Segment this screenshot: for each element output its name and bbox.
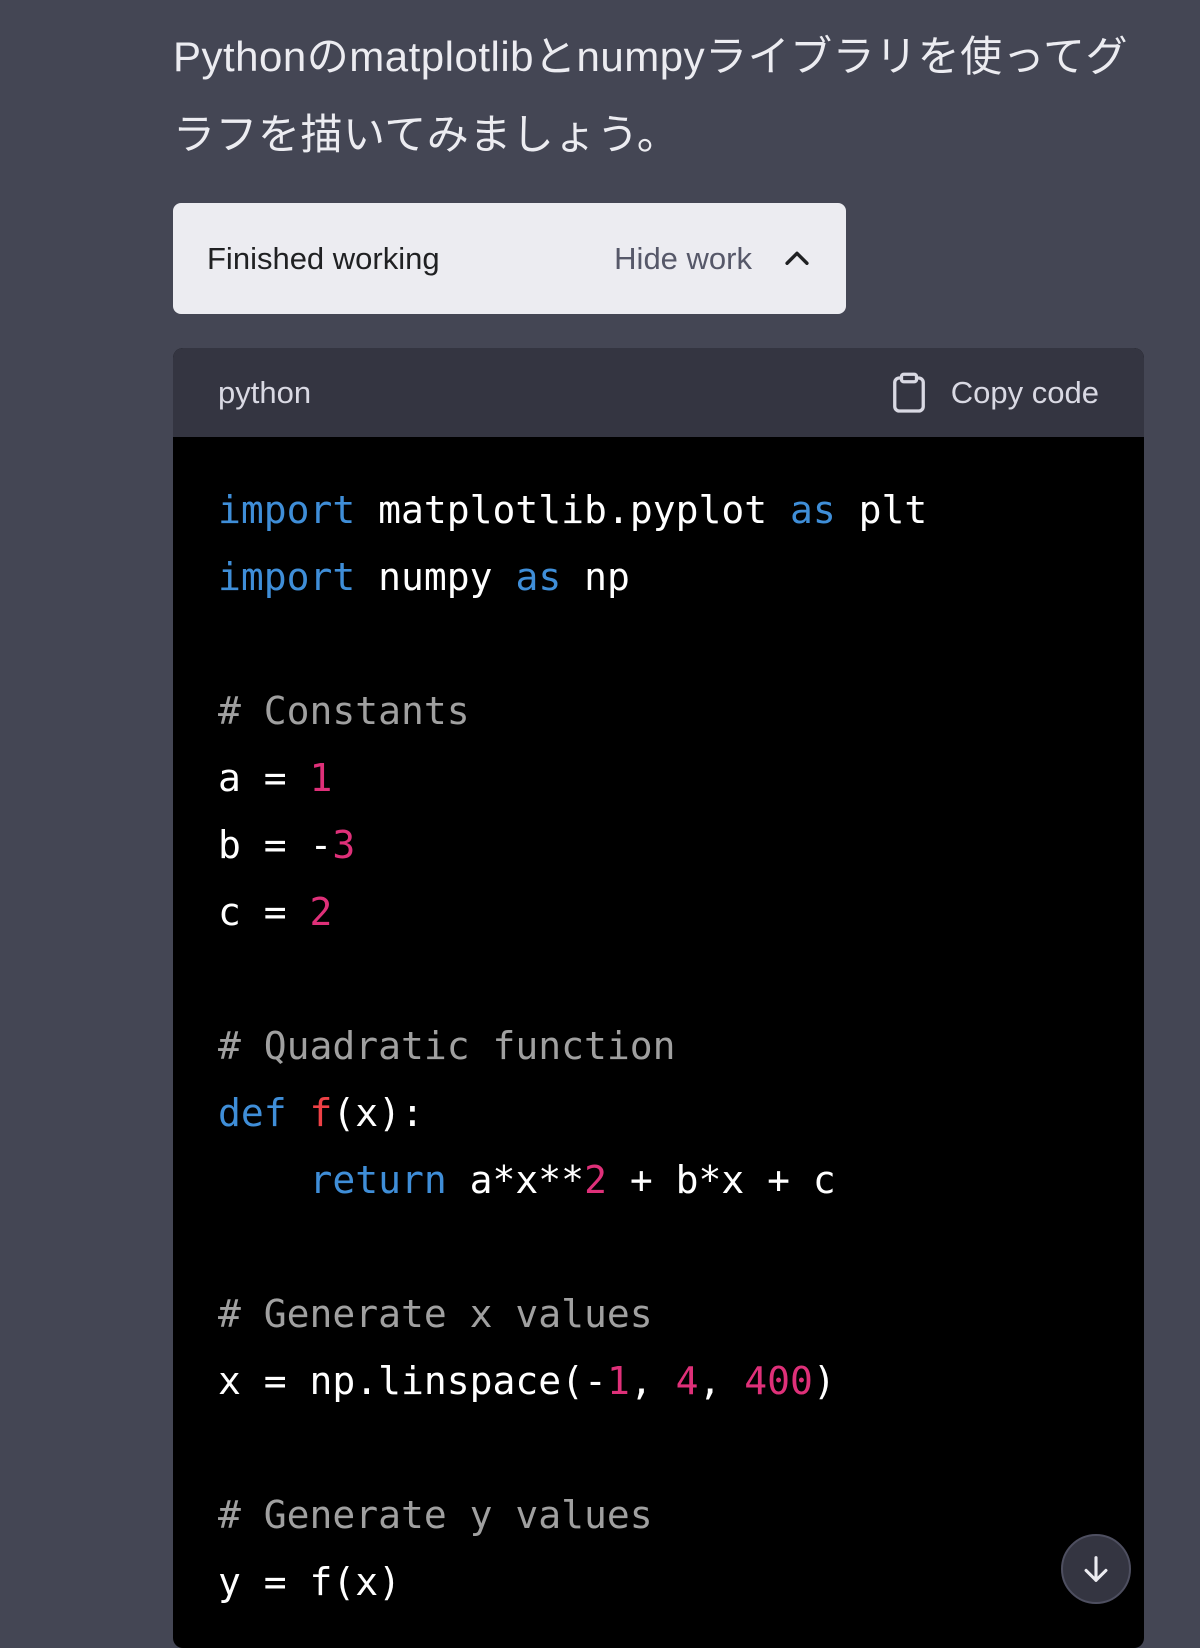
hide-work-toggle[interactable]: Hide work <box>614 241 814 277</box>
code-line: a = 1 <box>218 745 1099 812</box>
code-line: # Quadratic function <box>218 1013 1099 1080</box>
code-token: 400 <box>744 1359 813 1403</box>
code-token: , <box>698 1359 745 1403</box>
code-content[interactable]: import matplotlib.pyplot as plt import nu… <box>173 437 1144 1616</box>
code-line: # Constants <box>218 678 1099 745</box>
code-token: 1 <box>606 1359 630 1403</box>
code-token: # Generate y values <box>218 1493 653 1537</box>
code-token: import <box>218 488 356 532</box>
code-token: 2 <box>584 1158 607 1202</box>
code-token: 2 <box>309 890 333 934</box>
code-token: as <box>515 555 562 599</box>
code-token: + b*x + c <box>606 1158 836 1202</box>
clipboard-icon <box>892 372 925 413</box>
code-line: b = -3 <box>218 812 1099 879</box>
code-token: c = <box>218 890 310 934</box>
copy-code-label: Copy code <box>950 374 1099 410</box>
code-token: # Constants <box>218 689 470 733</box>
code-token: as <box>789 488 836 532</box>
chevron-up-icon <box>785 251 809 265</box>
code-line: c = 2 <box>218 879 1099 946</box>
code-line: y = f(x) <box>218 1549 1099 1616</box>
assistant-message-text: Pythonのmatplotlibとnumpyライブラリを使ってグラフを描いてみ… <box>173 33 1128 158</box>
code-token: # Quadratic function <box>218 1024 676 1068</box>
code-line: # Generate x values <box>218 1281 1099 1348</box>
code-line: import numpy as np <box>218 544 1099 611</box>
code-token: , <box>629 1359 676 1403</box>
code-language-label: python <box>218 374 312 410</box>
code-token: np <box>561 555 630 599</box>
code-token: b = - <box>218 823 333 867</box>
work-status-label: Finished working <box>207 240 440 276</box>
code-line: x = np.linspace(-1, 4, 400) <box>218 1348 1099 1415</box>
code-token: f <box>309 1091 333 1135</box>
scroll-to-bottom-button[interactable] <box>1061 1534 1131 1604</box>
code-token: return <box>309 1158 447 1202</box>
code-token: 4 <box>675 1359 699 1403</box>
code-token: (x): <box>332 1091 424 1135</box>
code-line: import matplotlib.pyplot as plt <box>218 477 1099 544</box>
code-line: return a*x**2 + b*x + c <box>218 1147 1099 1214</box>
code-token: y = f(x) <box>218 1560 402 1604</box>
work-status-card: Finished working Hide work <box>173 203 846 314</box>
code-token: ) <box>812 1359 836 1403</box>
code-token: plt <box>835 488 928 532</box>
code-token: # Generate x values <box>218 1292 653 1336</box>
code-token: a = <box>218 756 310 800</box>
code-line: def f(x): <box>218 1080 1099 1147</box>
code-token: matplotlib.pyplot <box>355 488 790 532</box>
code-token: a*x** <box>446 1158 585 1202</box>
code-token: def <box>218 1091 287 1135</box>
arrow-down-icon <box>1084 1556 1108 1582</box>
code-token: 3 <box>332 823 356 867</box>
code-token: x = np.linspace(- <box>218 1359 607 1403</box>
code-token: import <box>218 555 356 599</box>
code-block-header: python Copy code <box>173 348 1144 437</box>
code-token: numpy <box>355 555 516 599</box>
copy-code-button[interactable]: Copy code <box>891 372 1099 414</box>
code-token: 1 <box>309 756 333 800</box>
hide-work-label: Hide work <box>614 240 752 276</box>
code-block: python Copy code import matplotlib.pyplo… <box>173 348 1144 1648</box>
code-line: # Generate y values <box>218 1482 1099 1549</box>
